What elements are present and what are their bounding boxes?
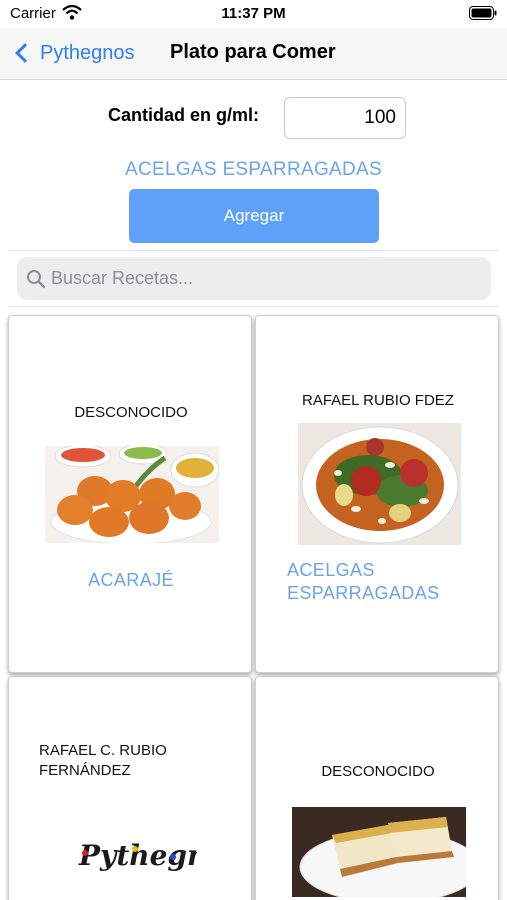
recipe-card[interactable]: RAFAEL RUBIO FDEZ ACELGAS ESPARRAGADAS: [255, 315, 499, 673]
recipe-author: DESCONOCIDO: [321, 763, 435, 780]
search-bar[interactable]: [17, 257, 491, 300]
search-icon: [26, 269, 46, 294]
add-button[interactable]: Agregar: [129, 189, 379, 243]
recipe-title: ACARAJÉ: [88, 570, 174, 590]
recipe-image-cake-slices: [292, 807, 466, 897]
recipe-card[interactable]: RAFAEL C. RUBIO FERNÁNDEZ Pythegnos: [8, 676, 252, 900]
logo-text: Pythegnos: [78, 839, 197, 872]
recipe-author: RAFAEL RUBIO FDEZ: [302, 392, 454, 409]
page-title: Plato para Comer: [170, 41, 336, 63]
navigation-bar: Pythegnos Plato para Comer: [0, 28, 507, 80]
pythegnos-logo: Pythegnos: [77, 827, 197, 887]
back-label: Pythegnos: [40, 41, 135, 64]
recipe-title: ACELGAS ESPARRAGADAS: [287, 560, 440, 603]
recipe-image-chard-stew: [298, 423, 461, 545]
selected-recipe-name: ACELGAS ESPARRAGADAS: [125, 159, 382, 180]
divider: [8, 250, 499, 251]
quantity-input[interactable]: [284, 97, 406, 139]
divider: [8, 306, 499, 307]
quantity-label: Cantidad en g/ml:: [108, 105, 260, 125]
recipe-card[interactable]: DESCONOCIDO ACARAJÉ: [8, 315, 252, 673]
status-bar: Carrier 11:37 PM: [0, 0, 507, 28]
search-input[interactable]: [51, 257, 481, 300]
recipe-author: DESCONOCIDO: [74, 404, 188, 421]
recipe-grid: DESCONOCIDO ACARAJÉ RAFAEL RUBIO FDEZ AC…: [0, 313, 507, 900]
recipe-image-fried-fritters: [45, 446, 219, 543]
recipe-author: RAFAEL C. RUBIO FERNÁNDEZ: [39, 742, 167, 779]
status-time: 11:37 PM: [221, 5, 286, 22]
battery-icon: [469, 6, 497, 25]
recipe-card[interactable]: DESCONOCIDO: [255, 676, 499, 900]
back-button[interactable]: Pythegnos: [12, 38, 135, 68]
chevron-left-icon: [15, 43, 35, 63]
